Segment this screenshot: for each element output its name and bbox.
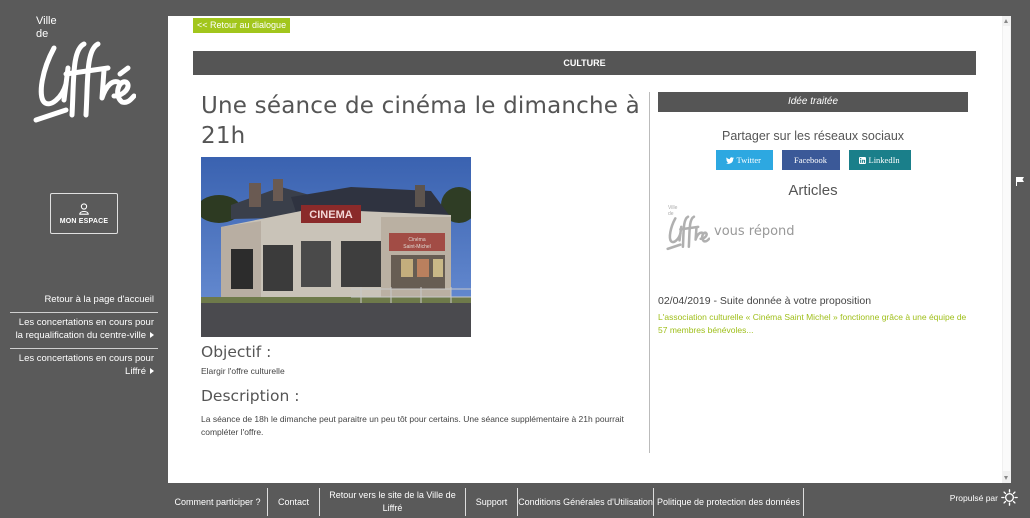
sidebar-item-label: Les concertations en cours pour Liffré bbox=[18, 352, 154, 378]
twitter-share-button[interactable]: Twitter bbox=[715, 150, 773, 170]
cinema-sign-text: CINEMA bbox=[309, 209, 352, 221]
article-excerpt-link[interactable]: L'association culturelle « Cinéma Saint … bbox=[658, 311, 968, 337]
articles-title: Articles bbox=[788, 182, 838, 199]
mon-espace-label: MON ESPACE bbox=[59, 217, 109, 225]
idea-sidebar: Idée traitée Partager sur les réseaux so… bbox=[658, 92, 968, 337]
powered-by[interactable]: Propulsé par bbox=[950, 489, 1018, 506]
liffre-small-logo: Ville de bbox=[666, 205, 710, 251]
page-title: Une séance de cinéma le dimanche à 21h bbox=[201, 93, 640, 149]
share-buttons: Twitter Facebook LinkedIn bbox=[658, 150, 968, 170]
logo-script-icon bbox=[33, 41, 136, 123]
vous-repond-text: vous répond bbox=[714, 223, 795, 239]
vous-repond-banner: Ville de vous répond bbox=[666, 205, 968, 251]
twitter-label: Twitter bbox=[736, 155, 761, 165]
linkedin-icon bbox=[858, 156, 866, 164]
flag-icon[interactable] bbox=[1015, 176, 1025, 186]
scrollbar-thumb[interactable] bbox=[1003, 26, 1010, 471]
category-bar: CULTURE bbox=[193, 51, 976, 75]
article-date[interactable]: 02/04/2019 - Suite donnée à votre propos… bbox=[658, 295, 968, 307]
twitter-icon bbox=[725, 156, 734, 164]
scrollbar[interactable] bbox=[1002, 16, 1011, 483]
logo-ville: Ville bbox=[36, 15, 57, 27]
linkedin-label: LinkedIn bbox=[868, 155, 900, 165]
sidebar-nav: Retour à la page d'accueil Les concertat… bbox=[10, 290, 158, 384]
footer-link-comment-participer[interactable]: Comment participer ? bbox=[168, 488, 268, 516]
mon-espace-button[interactable]: MON ESPACE bbox=[50, 193, 118, 234]
footer-link-cgu[interactable]: Conditions Générales d'Utilisation bbox=[518, 488, 654, 516]
idea-content: Une séance de cinéma le dimanche à 21h C… bbox=[201, 91, 641, 439]
main-panel: << Retour au dialogue CULTURE Une séance… bbox=[168, 16, 1011, 483]
footer-link-protection-donnees[interactable]: Politique de protection des données bbox=[654, 488, 804, 516]
sidebar-item-label: Retour à la page d'accueil bbox=[44, 294, 154, 305]
sidebar-item-accueil[interactable]: Retour à la page d'accueil bbox=[10, 290, 158, 313]
caret-right-icon bbox=[150, 368, 154, 375]
powered-by-label: Propulsé par bbox=[949, 492, 998, 503]
status-badge: Idée traitée bbox=[658, 92, 968, 112]
back-to-dialogue-button[interactable]: << Retour au dialogue bbox=[193, 18, 291, 33]
footer-link-site-ville[interactable]: Retour vers le site de la Ville de Liffr… bbox=[320, 488, 466, 516]
description-heading: Description : bbox=[201, 387, 300, 405]
small-logo-script-icon bbox=[666, 215, 710, 251]
facebook-share-button[interactable]: Facebook bbox=[781, 150, 840, 170]
objectif-text: Elargir l'offre culturelle bbox=[201, 366, 285, 376]
share-title: Partager sur les réseaux sociaux bbox=[721, 129, 905, 143]
objectif-heading: Objectif : bbox=[201, 343, 272, 361]
footer-link-contact[interactable]: Contact bbox=[268, 488, 320, 516]
logo-de: de bbox=[36, 28, 49, 40]
liffre-logo[interactable]: Ville de bbox=[32, 12, 136, 127]
scroll-down-arrow-icon[interactable] bbox=[1004, 476, 1008, 480]
powered-by-logo-icon bbox=[1001, 489, 1018, 506]
description-text: La séance de 18h le dimanche peut parait… bbox=[201, 414, 624, 437]
sidebar-item-centre-ville[interactable]: Les concertations en cours pour la requa… bbox=[10, 313, 158, 349]
sidebar: Ville de MON ESPACE Retour à la page d'a… bbox=[0, 0, 168, 518]
facebook-label: Facebook bbox=[793, 155, 828, 165]
column-divider bbox=[649, 92, 650, 453]
caret-right-icon bbox=[150, 332, 154, 339]
footer-link-support[interactable]: Support bbox=[466, 488, 518, 516]
user-icon bbox=[79, 202, 89, 215]
cinema-photo: CINEMA Cinéma Saint-Michel bbox=[201, 157, 471, 337]
scroll-up-arrow-icon[interactable] bbox=[1004, 19, 1008, 23]
footer: Comment participer ? Contact Retour vers… bbox=[168, 486, 1028, 518]
sidebar-item-liffre[interactable]: Les concertations en cours pour Liffré bbox=[10, 349, 158, 384]
sidebar-item-label: Les concertations en cours pour la requa… bbox=[15, 316, 154, 342]
linkedin-share-button[interactable]: LinkedIn bbox=[848, 150, 911, 170]
